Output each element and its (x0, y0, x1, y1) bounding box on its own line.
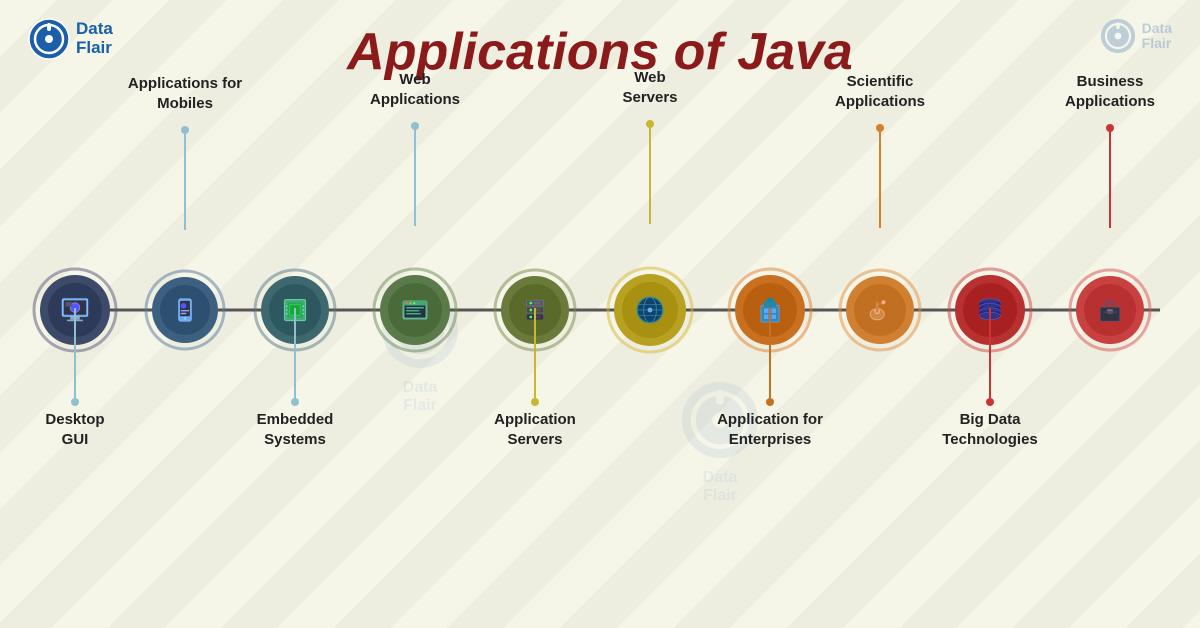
node-circle-web-servers (606, 266, 694, 354)
label-app-enterprises: Application forEnterprises (717, 410, 823, 449)
line-up-web-servers (649, 124, 651, 224)
node-business-apps: BusinessApplications (1068, 268, 1152, 352)
line-up-business-apps (1109, 128, 1111, 228)
line-down-big-data (989, 308, 991, 398)
label-big-data: Big DataTechnologies (942, 410, 1038, 449)
node-apps-mobile: Applications forMobiles (144, 269, 226, 351)
dot-up-web-servers (646, 120, 654, 128)
node-web-applications: WebApplications (372, 267, 458, 353)
node-app-enterprises: Application forEnterprises (727, 267, 813, 353)
dot-up-web-applications (411, 122, 419, 130)
label-scientific-apps: ScientificApplications (835, 72, 925, 111)
label-apps-mobile: Applications forMobiles (128, 74, 242, 113)
node-circle-apps-mobile (144, 269, 226, 351)
line-down-embedded-systems (294, 308, 296, 398)
node-embedded-systems: EmbeddedSystems (253, 268, 337, 352)
label-embedded-systems: EmbeddedSystems (257, 410, 334, 449)
label-application-servers: ApplicationServers (494, 410, 576, 449)
label-web-applications: WebApplications (370, 70, 460, 109)
line-up-apps-mobile (184, 130, 186, 230)
node-web-servers: WebServers (606, 266, 694, 354)
line-up-web-applications (414, 126, 416, 226)
dot-down-embedded-systems (291, 398, 299, 406)
dot-down-application-servers (531, 398, 539, 406)
node-circle-web-applications (372, 267, 458, 353)
line-down-app-enterprises (769, 308, 771, 398)
line-down-desktop-gui (74, 308, 76, 398)
node-big-data: Big DataTechnologies (947, 267, 1033, 353)
dot-down-desktop-gui (71, 398, 79, 406)
line-up-scientific-apps (879, 128, 881, 228)
node-circle-business-apps (1068, 268, 1152, 352)
dot-up-scientific-apps (876, 124, 884, 132)
label-business-apps: BusinessApplications (1065, 72, 1155, 111)
dot-up-apps-mobile (181, 126, 189, 134)
nodes-container: DesktopGUI Applications forMobiles Embed… (0, 0, 1200, 628)
dot-up-business-apps (1106, 124, 1114, 132)
node-desktop-gui: DesktopGUI (32, 267, 118, 353)
page-wrapper: Data Flair Data Flair Applications of Ja… (0, 0, 1200, 628)
dot-down-app-enterprises (766, 398, 774, 406)
node-circle-scientific-apps (838, 268, 922, 352)
node-application-servers: ApplicationServers (493, 268, 577, 352)
line-down-application-servers (534, 308, 536, 398)
label-desktop-gui: DesktopGUI (45, 410, 104, 449)
node-scientific-apps: ScientificApplications (838, 268, 922, 352)
label-web-servers: WebServers (622, 68, 677, 107)
dot-down-big-data (986, 398, 994, 406)
